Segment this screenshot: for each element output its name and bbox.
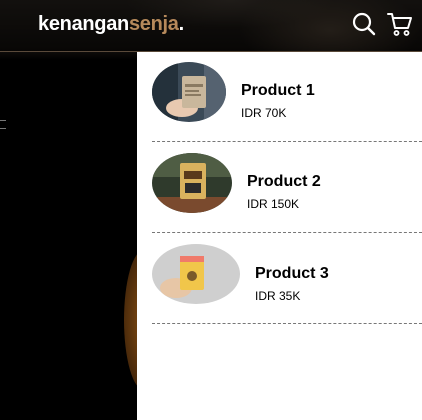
background-divider — [0, 128, 6, 129]
product-name: Product 2 — [247, 173, 321, 190]
product-price: IDR 150K — [247, 197, 300, 211]
product-image — [152, 153, 232, 213]
product-price: IDR 70K — [241, 106, 287, 120]
logo-text-accent: senja — [128, 13, 179, 35]
logo-dot: . — [178, 13, 185, 35]
shopping-cart-panel: Product 1 IDR 70K Product 2 IDR 150K Pro… — [137, 52, 422, 420]
navbar: kenangansenja. — [0, 0, 422, 52]
logo-text-main: kenangan — [38, 13, 129, 35]
cart-item[interactable]: Product 1 IDR 70K — [152, 52, 422, 142]
product-image — [152, 244, 240, 304]
product-image — [152, 62, 226, 122]
product-price: IDR 35K — [255, 289, 301, 303]
cart-item[interactable]: Product 3 IDR 35K — [152, 234, 422, 324]
cart-item[interactable]: Product 2 IDR 150K — [152, 143, 422, 233]
shopping-cart-icon[interactable] — [386, 10, 414, 38]
search-icon[interactable] — [350, 10, 378, 38]
product-name: Product 3 — [255, 265, 329, 282]
product-name: Product 1 — [241, 82, 315, 99]
background-divider — [0, 120, 6, 121]
brand-logo[interactable]: kenangansenja. — [38, 13, 184, 36]
